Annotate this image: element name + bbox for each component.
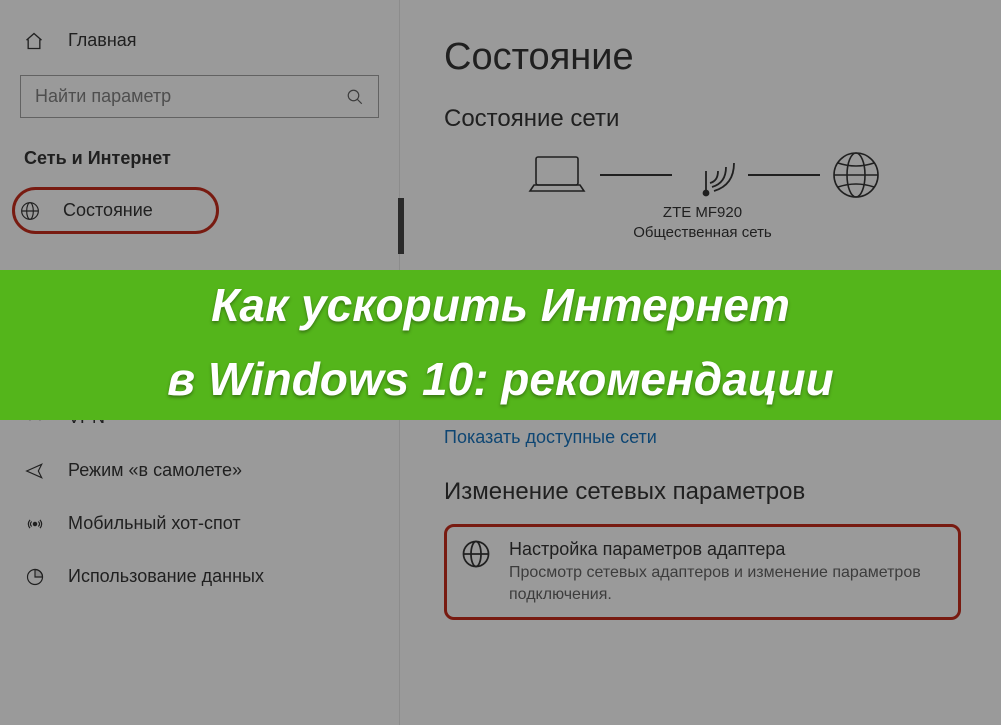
network-type: Общественная сеть: [444, 223, 961, 243]
search-input[interactable]: [20, 75, 379, 118]
change-network-params-title: Изменение сетевых параметров: [444, 478, 961, 506]
globe-icon: [19, 201, 41, 221]
active-tab-marker: [398, 198, 404, 254]
data-usage-icon: [24, 567, 46, 587]
adapter-settings-button[interactable]: Настройка параметров адаптера Просмотр с…: [444, 524, 961, 620]
sidebar-item-data-usage[interactable]: Использование данных: [20, 550, 379, 603]
network-status-title: Состояние сети: [444, 105, 961, 133]
search-field[interactable]: [35, 86, 346, 107]
sidebar-item-label: Состояние: [63, 200, 153, 221]
wifi-icon: [684, 153, 736, 197]
search-icon: [346, 88, 364, 106]
home-icon: [24, 31, 44, 51]
page-title: Состояние: [444, 36, 961, 79]
sidebar-item-status[interactable]: Состояние: [12, 187, 219, 234]
network-diagram: [444, 151, 961, 199]
globe-icon: [461, 539, 491, 605]
laptop-icon: [526, 153, 588, 197]
sidebar-item-label: Использование данных: [68, 566, 264, 587]
sidebar-home[interactable]: Главная: [20, 30, 379, 51]
sidebar-category-title: Сеть и Интернет: [20, 148, 379, 169]
sidebar-item-hotspot[interactable]: Мобильный хот-спот: [20, 497, 379, 550]
adapter-desc: Просмотр сетевых адаптеров и изменение п…: [509, 562, 944, 605]
device-name: ZTE MF920: [444, 203, 961, 223]
adapter-title: Настройка параметров адаптера: [509, 539, 944, 560]
sidebar-item-label: Мобильный хот-спот: [68, 513, 241, 534]
sidebar-item-label: Режим «в самолете»: [68, 460, 242, 481]
globe-large-icon: [832, 151, 880, 199]
sidebar-home-label: Главная: [68, 30, 137, 51]
airplane-icon: [24, 461, 46, 481]
link-show-networks[interactable]: Показать доступные сети: [444, 419, 961, 456]
hotspot-icon: [24, 514, 46, 534]
overlay-banner-line2: в Windows 10: рекомендации: [0, 344, 1001, 420]
diagram-caption: ZTE MF920 Общественная сеть: [444, 203, 961, 242]
sidebar-item-airplane[interactable]: Режим «в самолете»: [20, 444, 379, 497]
overlay-banner-line1: Как ускорить Интернет: [0, 270, 1001, 344]
